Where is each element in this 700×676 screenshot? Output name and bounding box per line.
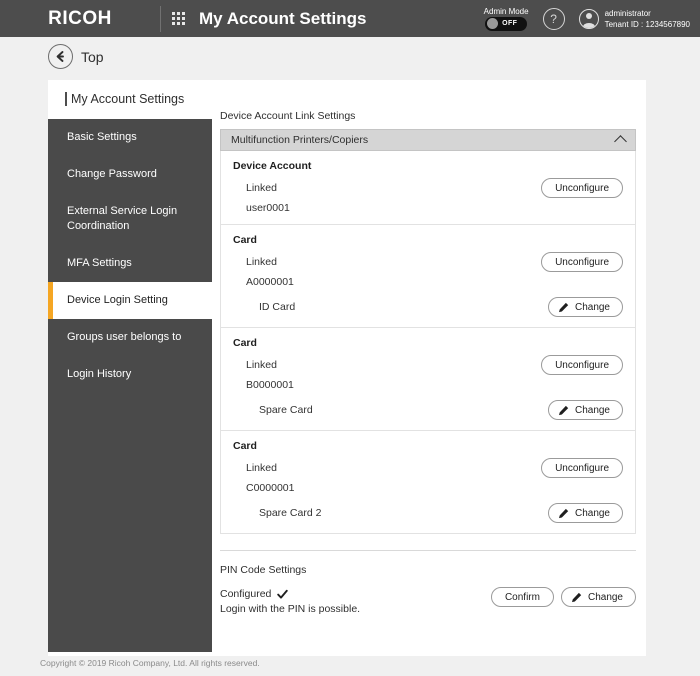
- user-info[interactable]: administrator Tenant ID : 1234567890: [578, 8, 690, 30]
- group-status-row: Linked Unconfigure: [233, 178, 623, 198]
- change-button[interactable]: Change: [547, 400, 623, 420]
- device-link-group: Card Linked Unconfigure B0000001 Spare Card C…: [221, 328, 635, 431]
- toggle-knob: [487, 18, 499, 29]
- device-link-group: Device Account Linked Unconfigure user0001: [221, 151, 635, 225]
- change-label: Change: [574, 507, 610, 519]
- group-status: Linked: [246, 359, 277, 371]
- group-sub-label: Spare Card: [259, 404, 313, 416]
- checkmark-icon: [277, 589, 289, 599]
- group-value: A0000001: [246, 276, 294, 288]
- unconfigure-button[interactable]: Unconfigure: [541, 252, 623, 272]
- user-name: administrator: [604, 8, 651, 18]
- accordion-title: Multifunction Printers/Copiers: [231, 134, 369, 146]
- help-icon[interactable]: ?: [542, 7, 565, 30]
- sidebar-item-change-password[interactable]: Change Password: [48, 156, 212, 193]
- admin-mode-toggle[interactable]: OFF: [485, 16, 528, 31]
- group-sub-row: Spare Card 2 Change: [233, 503, 623, 523]
- group-sub-label: ID Card: [259, 301, 296, 313]
- group-title: Card: [233, 337, 257, 349]
- pin-code-settings-label: PIN Code Settings: [220, 564, 307, 576]
- pin-status: Configured: [220, 587, 360, 601]
- group-status: Linked: [246, 182, 277, 194]
- content-panel: My Account Settings Basic Settings Change…: [48, 80, 646, 656]
- group-sub-row: Spare Card Change: [233, 400, 623, 420]
- change-label: Change: [574, 404, 610, 416]
- pin-description: Login with the PIN is possible.: [220, 603, 361, 615]
- accordion-header-multifunction-printers[interactable]: Multifunction Printers/Copiers: [220, 129, 636, 151]
- pencil-icon: [571, 592, 582, 602]
- unconfigure-button[interactable]: Unconfigure: [541, 178, 623, 198]
- device-link-group: Card Linked Unconfigure C0000001 Spare Card …: [221, 431, 635, 533]
- admin-mode-control[interactable]: Admin Mode OFF: [484, 7, 529, 31]
- group-value: B0000001: [246, 379, 294, 391]
- pin-status-label: Configured: [220, 588, 272, 600]
- group-title: Card: [233, 234, 257, 246]
- pin-confirm-button[interactable]: Confirm: [490, 587, 554, 607]
- main-content: Device Account Link Settings Multifuncti…: [220, 110, 636, 616]
- sidebar-item-groups-user-belongs-to[interactable]: Groups user belongs to: [48, 319, 212, 356]
- group-title: Device Account: [233, 160, 312, 172]
- grid-apps-icon[interactable]: [161, 0, 195, 37]
- group-status-row: Linked Unconfigure: [233, 252, 623, 272]
- breadcrumb[interactable]: Top: [48, 44, 104, 69]
- avatar-icon: [578, 8, 599, 29]
- group-status: Linked: [246, 256, 277, 268]
- back-arrow-icon[interactable]: [48, 44, 73, 69]
- panel-title: My Account Settings: [65, 92, 184, 106]
- change-button[interactable]: Change: [547, 297, 623, 317]
- unconfigure-button[interactable]: Unconfigure: [541, 355, 623, 375]
- page-title: My Account Settings: [199, 8, 367, 28]
- sidebar-item-label: Change Password: [67, 168, 157, 180]
- group-value: user0001: [246, 202, 290, 214]
- ricoh-logo: RICOH: [48, 8, 112, 29]
- device-link-group: Card Linked Unconfigure A0000001 ID Card Chan…: [221, 225, 635, 328]
- top-header-bar: RICOH My Account Settings Admin Mode OFF…: [0, 0, 700, 37]
- group-title: Card: [233, 440, 257, 452]
- back-arrow-glyph: [56, 51, 64, 62]
- sidebar-item-mfa-settings[interactable]: MFA Settings: [48, 245, 212, 282]
- group-value: C0000001: [246, 482, 295, 494]
- pin-status-block: Configured Login with the PIN is possibl…: [220, 587, 360, 616]
- settings-sidebar: Basic Settings Change Password External Se…: [48, 119, 212, 652]
- sidebar-item-label: External Service Login Coordination: [67, 205, 178, 232]
- group-status-row: Linked Unconfigure: [233, 458, 623, 478]
- grid-apps-glyph: [171, 12, 185, 25]
- pin-status-row: Configured Login with the PIN is possibl…: [220, 587, 636, 616]
- panel-title-label: My Account Settings: [71, 92, 185, 106]
- group-sub-label: Spare Card 2: [259, 507, 322, 519]
- pin-change-button[interactable]: Change: [560, 587, 636, 607]
- change-label: Change: [574, 301, 610, 313]
- chevron-up-icon[interactable]: [614, 135, 627, 148]
- sidebar-item-label: Groups user belongs to: [67, 331, 182, 343]
- pencil-icon: [558, 405, 569, 415]
- group-status-row: Linked Unconfigure: [233, 355, 623, 375]
- toggle-state-label: OFF: [502, 20, 518, 27]
- footer-copyright: Copyright © 2019 Ricoh Company, Ltd. All…: [40, 658, 260, 668]
- group-status: Linked: [246, 462, 277, 474]
- breadcrumb-label[interactable]: Top: [81, 49, 104, 65]
- pencil-icon: [558, 508, 569, 518]
- sidebar-item-device-login-setting[interactable]: Device Login Setting: [48, 282, 212, 319]
- sidebar-item-label: Login History: [67, 368, 132, 380]
- group-sub-row: ID Card Change: [233, 297, 623, 317]
- accordion-body: Device Account Linked Unconfigure user0001 C…: [220, 151, 636, 534]
- pin-change-label: Change: [587, 591, 623, 603]
- device-account-link-settings-label: Device Account Link Settings: [220, 110, 356, 122]
- pencil-icon: [558, 302, 569, 312]
- title-accent-bar: [65, 92, 67, 106]
- admin-mode-label: Admin Mode: [483, 6, 529, 16]
- sidebar-item-label: Device Login Setting: [67, 294, 168, 306]
- change-button[interactable]: Change: [547, 503, 623, 523]
- sidebar-item-basic-settings[interactable]: Basic Settings: [48, 119, 212, 156]
- pin-code-settings-section: PIN Code Settings Configured Login with …: [220, 550, 636, 616]
- sidebar-item-label: Basic Settings: [67, 131, 137, 143]
- unconfigure-button[interactable]: Unconfigure: [541, 458, 623, 478]
- tenant-id: Tenant ID : 1234567890: [604, 19, 690, 29]
- sidebar-item-external-service-login-coordination[interactable]: External Service Login Coordination: [48, 193, 212, 245]
- sidebar-item-login-history[interactable]: Login History: [48, 356, 212, 393]
- pin-action-buttons: Confirm Change: [490, 587, 636, 607]
- sidebar-item-label: MFA Settings: [67, 257, 132, 269]
